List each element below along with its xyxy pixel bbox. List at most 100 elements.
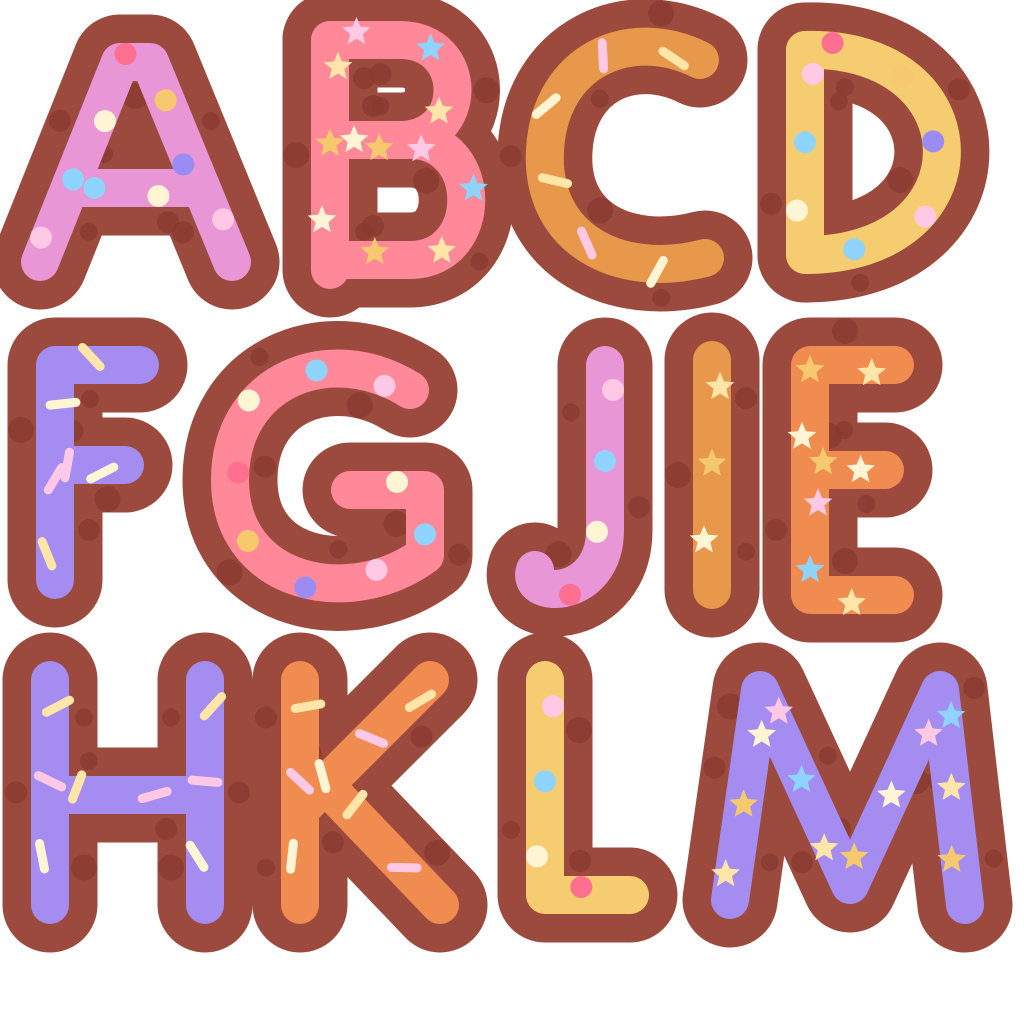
sprinkle-rod	[286, 838, 298, 874]
chocolate-chip	[562, 403, 580, 422]
chocolate-chip	[321, 831, 344, 854]
sprinkle-dot	[237, 389, 260, 412]
sprinkle-dot	[83, 177, 106, 199]
sprinkle-dot	[821, 32, 844, 54]
sprinkle-rod	[537, 173, 573, 189]
sprinkle-dot	[559, 583, 582, 606]
sprinkle-rod	[45, 397, 81, 410]
chocolate-chip	[162, 708, 180, 727]
chocolate-chip	[362, 95, 385, 117]
chocolate-chip	[590, 89, 609, 108]
sprinkle-dot	[147, 185, 170, 207]
sprinkle-dot	[534, 770, 556, 793]
chocolate-chip	[502, 821, 520, 839]
sprinkle-dot	[172, 153, 195, 176]
chocolate-chip	[94, 486, 121, 512]
chocolate-chip	[216, 559, 243, 586]
chocolate-chip	[48, 109, 71, 132]
chocolate-chip	[75, 708, 93, 727]
chocolate-chip	[157, 211, 179, 233]
sprinkle-dot	[305, 359, 328, 382]
sprinkle-dot	[30, 226, 53, 249]
chocolate-chip	[628, 496, 650, 519]
sprinkle-dot	[365, 558, 388, 581]
chocolate-chip	[155, 818, 178, 840]
sprinkle-dot	[570, 876, 593, 898]
chocolate-chip	[283, 142, 309, 168]
chocolate-chip	[566, 717, 592, 743]
chocolate-chip	[79, 222, 98, 241]
chocolate-chip	[737, 542, 755, 561]
chocolate-chip	[362, 215, 385, 237]
chocolate-chip	[201, 112, 220, 130]
chocolate-chip	[569, 850, 591, 872]
chocolate-chip	[835, 78, 854, 97]
chocolate-chip	[963, 677, 985, 699]
chocolate-chip	[81, 390, 99, 408]
chocolate-chip	[257, 858, 275, 877]
sprinkle-dot	[914, 205, 937, 228]
chocolate-chip	[448, 543, 470, 566]
sprinkle-dot	[586, 520, 608, 543]
sprinkle-dot	[227, 461, 250, 484]
sprinkle-dot	[526, 845, 548, 868]
chocolate-chip	[369, 63, 392, 85]
sprinkle-dot	[891, 65, 914, 88]
chocolate-chip	[647, 0, 674, 27]
sprinkle-rod	[290, 699, 326, 713]
chocolate-chip	[329, 540, 348, 559]
chocolate-chip	[253, 455, 276, 478]
sprinkle-rod	[597, 38, 609, 74]
chocolate-chip	[410, 725, 433, 748]
sprinkle-rod	[60, 447, 74, 483]
sprinkle-dot	[154, 89, 177, 112]
chocolate-chip	[383, 511, 410, 537]
sprinkle-dot	[62, 168, 85, 191]
sprinkle-dot	[373, 374, 396, 397]
glyph-i	[689, 341, 735, 609]
sprinkle-rod	[386, 862, 422, 873]
chocolate-chip	[947, 78, 970, 101]
chocolate-chip	[78, 519, 100, 541]
sprinkle-dot	[114, 43, 137, 65]
sprinkle-dot	[594, 450, 616, 472]
sprinkle-dot	[602, 378, 624, 401]
chocolate-chip	[832, 318, 858, 344]
chocolate-chip	[665, 462, 691, 488]
sprinkle-dot	[922, 130, 945, 153]
chocolate-chip	[79, 752, 98, 770]
chocolate-chip	[5, 781, 27, 804]
chocolate-chip	[703, 756, 726, 779]
glyph-h	[31, 661, 227, 924]
chocolate-chip	[346, 392, 373, 419]
chocolate-chip	[499, 145, 522, 168]
sprinkle-dot	[786, 199, 808, 222]
chocolate-chip	[765, 519, 787, 541]
chocolate-chip	[8, 417, 34, 443]
chocolate-chip	[255, 706, 277, 729]
sprinkle-rod	[187, 775, 223, 787]
chocolate-chip	[857, 495, 876, 513]
sprinkle-dot	[802, 62, 824, 85]
sprinkle-rod	[35, 839, 49, 874]
sprinkle-dot	[94, 110, 116, 133]
sprinkle-dot	[414, 523, 436, 546]
sprinkle-dot	[212, 208, 235, 231]
chocolate-chip	[71, 854, 97, 881]
chocolate-chip	[735, 387, 757, 410]
chocolate-chip	[470, 252, 489, 271]
sprinkle-dot	[386, 471, 408, 493]
cookie-alphabet-illustration	[0, 0, 1013, 953]
chocolate-chip	[818, 746, 837, 765]
chocolate-chip	[851, 273, 870, 292]
chocolate-chip	[587, 197, 614, 224]
chocolate-chip	[760, 853, 779, 872]
chocolate-chip	[791, 851, 814, 874]
sprinkle-dot	[794, 131, 816, 154]
chocolate-chip	[984, 849, 1003, 868]
chocolate-chip	[413, 167, 440, 194]
chocolate-chip	[250, 347, 269, 366]
chocolate-chip	[760, 192, 782, 215]
sprinkle-dot	[843, 238, 866, 261]
chocolate-chip	[158, 854, 184, 881]
